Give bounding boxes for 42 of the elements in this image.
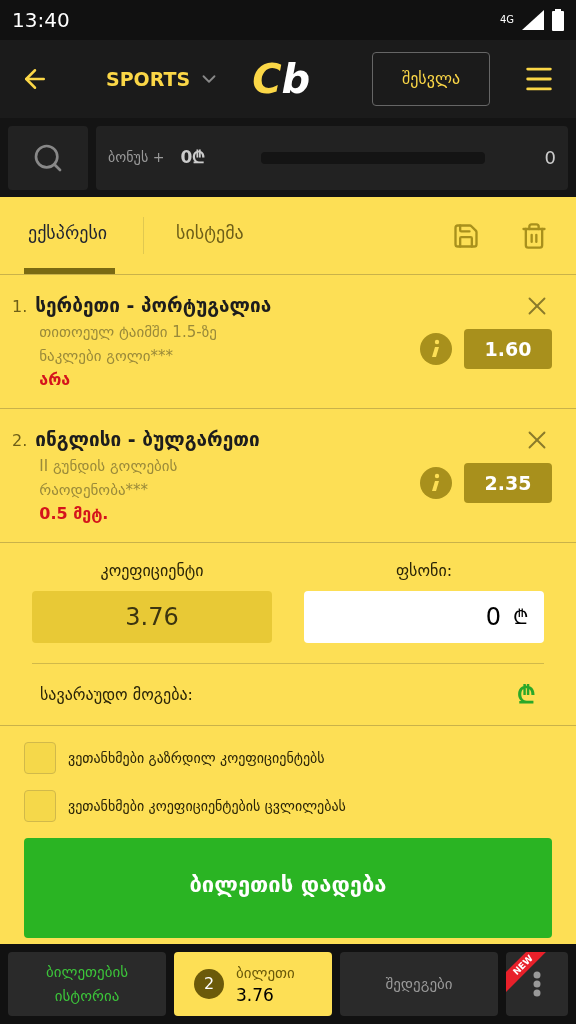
match-title: ინგლისი - ბულგარეთი (35, 427, 261, 453)
checkbox-label: ვეთანხმები გაზრდილ კოეფიციენტებს (68, 748, 325, 768)
bet-number: 2. (12, 430, 28, 452)
market-text: თითოეულ ტაიმში 1.5-ზე ნაკლები გოლი*** (39, 321, 218, 367)
potential-win-currency: ₾ (517, 679, 536, 711)
ticket-tab[interactable]: 2 ბილეთი 3.76 (174, 952, 332, 1016)
login-button[interactable]: შესვლა (372, 52, 490, 106)
match-title: სერბეთი - პორტუგალია (35, 293, 273, 319)
history-tab[interactable]: ბილეთების ისტორია (8, 952, 166, 1016)
ticket-count: 2 (194, 969, 224, 999)
info-icon[interactable] (420, 467, 452, 499)
bonus-count: 0 (544, 146, 556, 170)
ticket-odds: 3.76 (236, 984, 274, 1006)
tab[interactable]: ექსპრესი (24, 197, 116, 274)
sports-dropdown[interactable]: SPORTS (106, 64, 221, 94)
save-icon[interactable] (452, 221, 480, 250)
bonus-amount: 0₾ (180, 145, 206, 169)
tab[interactable]: სისტემა (172, 197, 248, 274)
more-icon (533, 971, 541, 997)
pick-text: 0.5 მეტ. (39, 502, 110, 525)
stake-label: ფსონი: (395, 560, 453, 582)
stake-field[interactable]: 0 ₾ (304, 591, 544, 643)
network-label: 4G (499, 15, 514, 25)
checkbox-label: ვეთანხმები კოეფიციენტების ცვლილებას (68, 796, 346, 816)
pick-text: არა (39, 368, 72, 391)
battery-icon (552, 9, 564, 31)
ticket-label: ბილეთი (236, 963, 295, 984)
logo: Cb (252, 59, 311, 99)
checkbox[interactable] (24, 742, 56, 774)
info-icon[interactable] (420, 333, 452, 365)
status-time: 13:40 (12, 7, 70, 34)
bonus-label: ბონუს + (108, 148, 165, 167)
signal-icon (522, 10, 544, 30)
potential-win-label: სავარაუდო მოგება: (40, 683, 193, 706)
checkbox[interactable] (24, 790, 56, 822)
market-text: II გუნდის გოლების რაოდენობა*** (39, 455, 179, 501)
odds-label: კოეფიციენტი (100, 560, 204, 582)
search-button[interactable] (8, 125, 88, 190)
results-tab[interactable]: შედეგები (340, 952, 498, 1016)
total-odds: 3.76 (32, 591, 272, 643)
trash-icon[interactable] (520, 221, 548, 250)
bet-number: 1. (12, 296, 28, 318)
